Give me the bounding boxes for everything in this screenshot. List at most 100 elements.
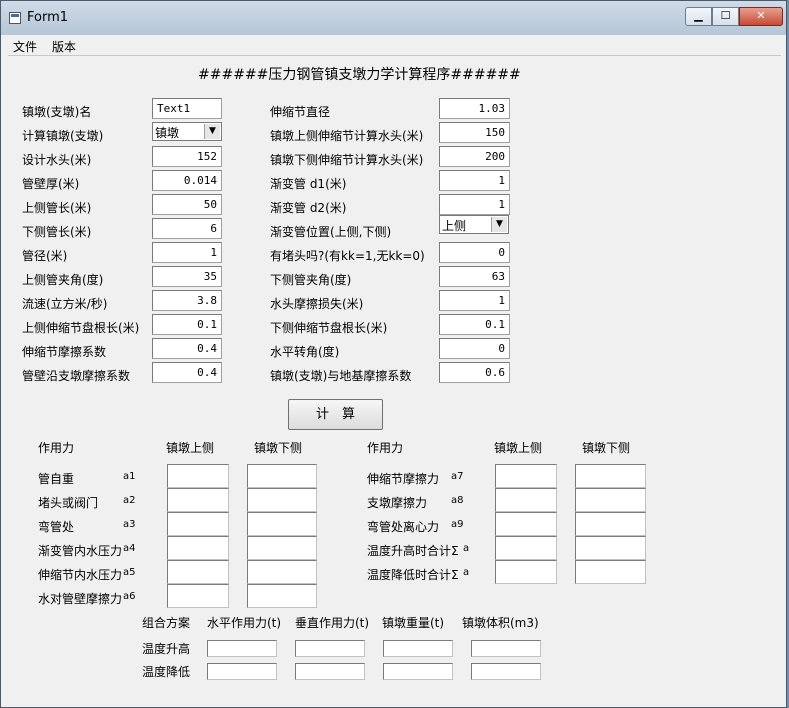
right-field-input[interactable]: 0 — [439, 242, 510, 263]
left-field-label: 流速(立方米/秒) — [22, 297, 108, 311]
pier-type-select[interactable]: 镇墩 ▼ — [152, 122, 222, 141]
menu-version[interactable]: 版本 — [52, 38, 76, 55]
combo-output-box[interactable] — [295, 640, 365, 657]
force-code: a — [463, 543, 470, 554]
combo-output-box[interactable] — [207, 663, 277, 680]
window-title: Form1 — [27, 10, 69, 25]
combo-output-box[interactable] — [383, 663, 453, 680]
right-field-input[interactable]: 0.1 — [439, 314, 510, 335]
force-lower-output[interactable] — [247, 536, 317, 560]
combo-output-box[interactable] — [383, 640, 453, 657]
right-field-input[interactable]: 63 — [439, 266, 510, 287]
chevron-down-icon[interactable]: ▼ — [204, 124, 220, 139]
transition-position-select[interactable]: 上侧 ▼ — [439, 215, 509, 234]
left-field-input[interactable]: 1 — [152, 242, 222, 263]
right-field-label: 渐变管 d1(米) — [270, 177, 347, 191]
force-code: a7 — [451, 471, 464, 482]
left-field-label: 下侧管长(米) — [22, 225, 92, 239]
force-name: 水对管壁摩擦力 — [38, 592, 123, 606]
compute-button[interactable]: 计 算 — [288, 399, 383, 430]
chevron-down-icon[interactable]: ▼ — [491, 217, 507, 232]
force-lower-output[interactable] — [247, 512, 317, 536]
force-upper-output[interactable] — [495, 512, 557, 536]
combo-output-box[interactable] — [295, 663, 365, 680]
force-upper-output[interactable] — [495, 560, 557, 584]
force-upper-output[interactable] — [495, 536, 557, 560]
force-lower-output[interactable] — [575, 464, 646, 488]
menu-file[interactable]: 文件 — [13, 38, 37, 55]
left-field-input[interactable]: 0.014 — [152, 170, 222, 191]
right-field-label: 镇墩(支墩)与地基摩擦系数 — [270, 369, 412, 383]
transition-position-value: 上侧 — [442, 219, 467, 233]
minimize-button[interactable]: ▁ — [685, 7, 712, 26]
page-title: ######压力钢管镇支墩力学计算程序###### — [198, 67, 521, 83]
force-upper-output[interactable] — [495, 488, 557, 512]
maximize-button[interactable]: ☐ — [712, 7, 739, 26]
force-upper-output[interactable] — [167, 512, 229, 536]
left-field-input[interactable]: 152 — [152, 146, 222, 167]
left-field-label: 计算镇墩(支墩) — [22, 129, 104, 143]
close-button[interactable]: ✕ — [739, 7, 783, 26]
pier-name-input[interactable]: Text1 — [152, 98, 222, 119]
left-field-input[interactable]: 0.4 — [152, 362, 222, 383]
forces-right-header-upper: 镇墩上侧 — [494, 441, 543, 455]
force-code: a5 — [123, 567, 136, 578]
force-upper-output[interactable] — [167, 560, 229, 584]
right-field-label: 渐变管 d2(米) — [270, 201, 347, 215]
force-upper-output[interactable] — [167, 584, 229, 608]
force-upper-output[interactable] — [167, 488, 229, 512]
force-lower-output[interactable] — [575, 560, 646, 584]
forces-left-header-force: 作用力 — [38, 441, 75, 455]
force-name: 渐变管内水压力 — [38, 544, 123, 558]
title-bar[interactable]: Form1 ▁ ☐ ✕ — [1, 1, 786, 35]
app-icon — [9, 12, 21, 24]
left-field-input[interactable]: 3.8 — [152, 290, 222, 311]
left-field-label: 管径(米) — [22, 249, 68, 263]
forces-left-header-upper: 镇墩上侧 — [166, 441, 215, 455]
right-field-label: 有堵头吗?(有kk=1,无kk=0) — [270, 249, 425, 263]
force-lower-output[interactable] — [575, 488, 646, 512]
force-upper-output[interactable] — [167, 464, 229, 488]
right-field-input[interactable]: 0.6 — [439, 362, 510, 383]
force-upper-output[interactable] — [495, 464, 557, 488]
force-lower-output[interactable] — [247, 488, 317, 512]
left-field-input[interactable]: 0.1 — [152, 314, 222, 335]
left-field-input[interactable]: 50 — [152, 194, 222, 215]
combo-output-box[interactable] — [207, 640, 277, 657]
force-lower-output[interactable] — [575, 512, 646, 536]
right-field-input[interactable]: 1 — [439, 194, 510, 215]
combo-output-box[interactable] — [471, 663, 541, 680]
force-code: a1 — [123, 471, 136, 482]
form-client-area: ######压力钢管镇支墩力学计算程序###### 计 算 作用力 镇墩上侧 镇… — [8, 55, 781, 706]
left-field-input[interactable]: 0.4 — [152, 338, 222, 359]
force-code: a3 — [123, 519, 136, 530]
right-field-input[interactable]: 1 — [439, 290, 510, 311]
combo-output-box[interactable] — [471, 640, 541, 657]
left-field-label: 上侧管夹角(度) — [22, 273, 104, 287]
right-field-input[interactable]: 0 — [439, 338, 510, 359]
force-upper-output[interactable] — [167, 536, 229, 560]
right-field-input[interactable]: 1.03 — [439, 98, 510, 119]
right-field-label: 水头摩擦损失(米) — [270, 297, 364, 311]
force-lower-output[interactable] — [247, 560, 317, 584]
force-lower-output[interactable] — [575, 536, 646, 560]
combo-row-label: 温度降低 — [142, 665, 191, 679]
force-lower-output[interactable] — [247, 464, 317, 488]
force-name: 伸缩节摩擦力 — [367, 472, 440, 486]
left-field-label: 管壁厚(米) — [22, 177, 80, 191]
right-field-input[interactable]: 150 — [439, 122, 510, 143]
force-code: a9 — [451, 519, 464, 530]
force-name: 弯管处离心力 — [367, 520, 440, 534]
combo-header-horizontal: 水平作用力(t) — [207, 616, 282, 630]
force-name: 支墩摩擦力 — [367, 496, 428, 510]
left-field-label: 上侧管长(米) — [22, 201, 92, 215]
left-field-label: 镇墩(支墩)名 — [22, 105, 92, 119]
force-name: 堵头或阀门 — [38, 496, 99, 510]
left-field-input[interactable]: 6 — [152, 218, 222, 239]
left-field-input[interactable]: 35 — [152, 266, 222, 287]
left-field-label: 管壁沿支墩摩擦系数 — [22, 369, 131, 383]
left-field-label: 伸缩节摩擦系数 — [22, 345, 107, 359]
right-field-input[interactable]: 1 — [439, 170, 510, 191]
force-lower-output[interactable] — [247, 584, 317, 608]
right-field-input[interactable]: 200 — [439, 146, 510, 167]
